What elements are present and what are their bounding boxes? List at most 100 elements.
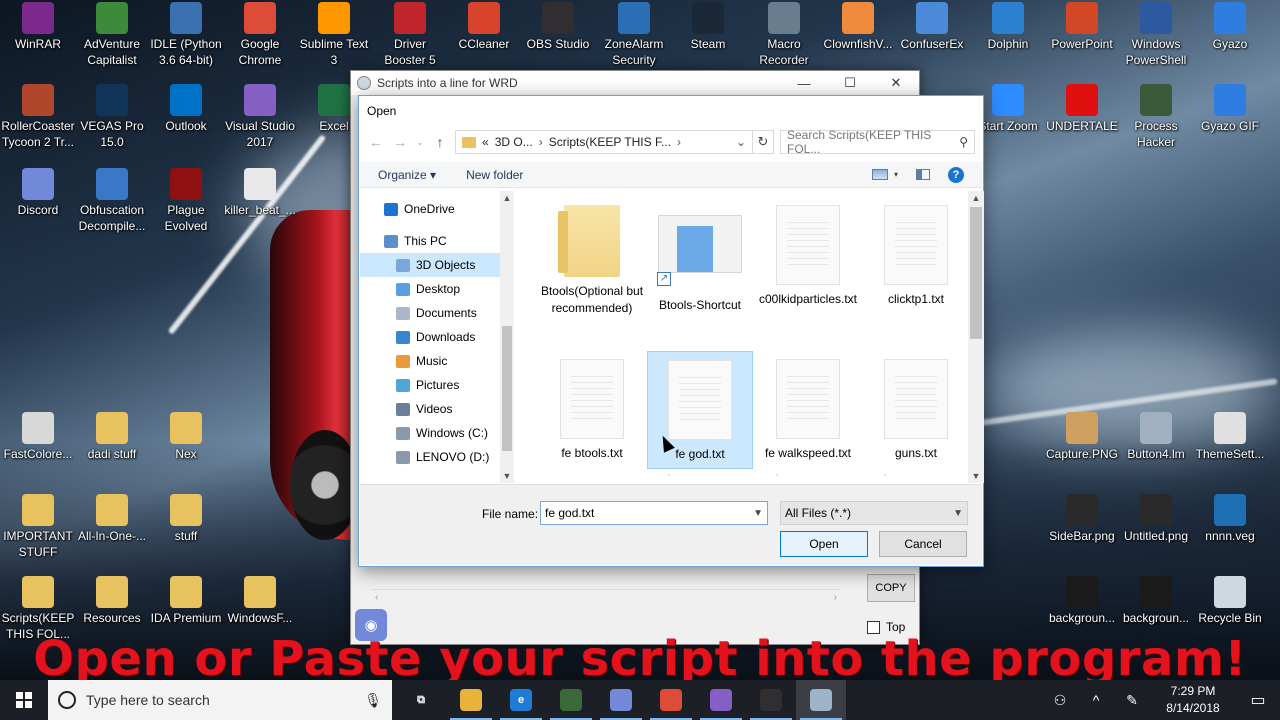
file-type-select[interactable]: All Files (*.*) ▼ bbox=[780, 501, 968, 525]
desktop-icon-clownfishv[interactable]: ClownfishV... bbox=[820, 2, 896, 52]
up-button[interactable]: ↑ bbox=[431, 134, 449, 150]
file-list-scrollbar[interactable]: ▲ ▼ bbox=[968, 191, 984, 483]
show-hidden-icons-icon[interactable]: ^ bbox=[1078, 692, 1114, 708]
taskbar-process-hacker-button[interactable] bbox=[546, 680, 596, 720]
breadcrumb-scripts[interactable]: Scripts(KEEP THIS F... bbox=[549, 135, 671, 149]
desktop-icon-zonealarm-security[interactable]: ZoneAlarm Security bbox=[596, 2, 672, 68]
desktop-icon-sublime-text-3[interactable]: Sublime Text 3 bbox=[296, 2, 372, 68]
nav-item-videos[interactable]: Videos bbox=[360, 397, 500, 421]
desktop-icon-all-in-one[interactable]: All-In-One-... bbox=[74, 494, 150, 544]
desktop-icon-backgroun[interactable]: backgroun... bbox=[1118, 576, 1194, 626]
taskbar-chrome-button[interactable] bbox=[646, 680, 696, 720]
pen-workspace-icon[interactable]: ✎ bbox=[1114, 692, 1150, 709]
scroll-up-icon[interactable]: ▲ bbox=[500, 193, 514, 203]
desktop-icon-dolphin[interactable]: Dolphin bbox=[970, 2, 1046, 52]
chevron-down-icon[interactable]: ▼ bbox=[953, 508, 963, 519]
desktop-icon-windowsf[interactable]: WindowsF... bbox=[222, 576, 298, 626]
open-button[interactable]: Open bbox=[780, 531, 868, 557]
desktop-icon-obfuscation-decompile[interactable]: Obfuscation Decompile... bbox=[74, 168, 150, 234]
refresh-button[interactable]: ↻ bbox=[752, 130, 774, 154]
desktop-icon-gyazo[interactable]: Gyazo bbox=[1192, 2, 1268, 52]
chevron-down-icon[interactable]: ▼ bbox=[753, 508, 763, 519]
nav-item-this-pc[interactable]: This PC bbox=[360, 229, 500, 253]
desktop-icon-plague-evolved[interactable]: Plague Evolved bbox=[148, 168, 224, 234]
change-view-icon[interactable] bbox=[871, 169, 888, 180]
minimize-button[interactable]: — bbox=[781, 71, 827, 95]
nav-item-windows-c[interactable]: Windows (C:) bbox=[360, 421, 500, 445]
copy-button[interactable]: COPY bbox=[867, 574, 915, 602]
nav-item-3d-objects[interactable]: 3D Objects bbox=[360, 253, 500, 277]
preview-pane-icon[interactable] bbox=[916, 169, 930, 180]
recent-locations-button[interactable]: ⌄ bbox=[415, 137, 425, 148]
desktop-icon-undertale[interactable]: UNDERTALE bbox=[1044, 84, 1120, 134]
nav-item-downloads[interactable]: Downloads bbox=[360, 325, 500, 349]
clock[interactable]: 7:29 PM 8/14/2018 bbox=[1150, 683, 1236, 717]
nav-item-pictures[interactable]: Pictures bbox=[360, 373, 500, 397]
desktop-icon-ccleaner[interactable]: CCleaner bbox=[446, 2, 522, 52]
maximize-button[interactable]: ☐ bbox=[827, 71, 873, 95]
desktop-icon-resources[interactable]: Resources bbox=[74, 576, 150, 626]
desktop-icon-steam[interactable]: Steam bbox=[670, 2, 746, 52]
shortcut-item[interactable]: ↗ Btools-Shortcut bbox=[647, 197, 753, 342]
desktop-icon-dadi-stuff[interactable]: dadi stuff bbox=[74, 412, 150, 462]
desktop-icon-outlook[interactable]: Outlook bbox=[148, 84, 224, 134]
file-item[interactable]: fe walkspeed.txt bbox=[755, 351, 861, 469]
help-icon[interactable]: ? bbox=[948, 166, 964, 183]
new-folder-button[interactable]: New folder bbox=[466, 168, 523, 182]
action-center-icon[interactable]: ▭ bbox=[1236, 690, 1280, 710]
desktop-icon-visual-studio-2017[interactable]: Visual Studio 2017 bbox=[222, 84, 298, 150]
microphone-icon[interactable]: 🎙 bbox=[364, 692, 382, 709]
scroll-right-icon[interactable]: › bbox=[834, 592, 837, 603]
breadcrumb-3d-objects[interactable]: 3D O... bbox=[495, 135, 533, 149]
breadcrumb-separator[interactable]: › bbox=[677, 135, 681, 149]
desktop-icon-adventure-capitalist[interactable]: AdVenture Capitalist bbox=[74, 2, 150, 68]
desktop-icon-driver-booster-5[interactable]: Driver Booster 5 bbox=[372, 2, 448, 68]
desktop-icon-idle-python-3-6-64-bit[interactable]: IDLE (Python 3.6 64-bit) bbox=[148, 2, 224, 68]
desktop-icon-recycle-bin[interactable]: Recycle Bin bbox=[1192, 576, 1268, 626]
taskbar-discord-button[interactable] bbox=[596, 680, 646, 720]
desktop-icon-rollercoaster-tycoon-2-tr[interactable]: RollerCoaster Tycoon 2 Tr... bbox=[0, 84, 76, 150]
nav-item-documents[interactable]: Documents bbox=[360, 301, 500, 325]
desktop-icon-nex[interactable]: Nex bbox=[148, 412, 224, 462]
file-item[interactable]: c00lkidparticles.txt bbox=[755, 197, 861, 342]
organize-button[interactable]: Organize ▾ bbox=[378, 168, 436, 182]
nav-item-lenovo-d[interactable]: LENOVO (D:) bbox=[360, 445, 500, 469]
desktop-icon-process-hacker[interactable]: Process Hacker bbox=[1118, 84, 1194, 150]
desktop-icon-untitled-png[interactable]: Untitled.png bbox=[1118, 494, 1194, 544]
desktop-icon-fastcolore[interactable]: FastColore... bbox=[0, 412, 76, 462]
desktop-icon-capture-png[interactable]: Capture.PNG bbox=[1044, 412, 1120, 462]
file-item[interactable]: clicktp1.txt bbox=[863, 197, 969, 342]
desktop-icon-gyazo-gif[interactable]: Gyazo GIF bbox=[1192, 84, 1268, 134]
nav-item-onedrive[interactable]: OneDrive bbox=[360, 197, 500, 221]
address-overflow[interactable]: « bbox=[482, 135, 489, 149]
file-name-value[interactable]: fe god.txt bbox=[545, 506, 594, 520]
desktop-icon-winrar[interactable]: WinRAR bbox=[0, 2, 76, 52]
search-input[interactable]: Search Scripts(KEEP THIS FOL... ⚲ bbox=[780, 128, 975, 156]
folder-item[interactable]: Btools(Optional but recommended) bbox=[539, 197, 645, 342]
start-button[interactable] bbox=[0, 680, 48, 720]
file-item[interactable]: fe btools.txt bbox=[539, 351, 645, 469]
desktop-icon-backgroun[interactable]: backgroun... bbox=[1044, 576, 1120, 626]
desktop-icon-killer-beat[interactable]: killer_beat_... bbox=[222, 168, 298, 218]
desktop-icon-vegas-pro-15-0[interactable]: VEGAS Pro 15.0 bbox=[74, 84, 150, 150]
scrollbar-thumb[interactable] bbox=[502, 326, 512, 451]
taskbar-obs-button[interactable] bbox=[746, 680, 796, 720]
desktop-icon-obs-studio[interactable]: OBS Studio bbox=[520, 2, 596, 52]
taskbar-visual-studio-button[interactable] bbox=[696, 680, 746, 720]
scroll-down-icon[interactable]: ▼ bbox=[500, 471, 514, 481]
desktop-icon-stuff[interactable]: stuff bbox=[148, 494, 224, 544]
desktop-icon-macro-recorder[interactable]: Macro Recorder bbox=[746, 2, 822, 68]
desktop-icon-important-stuff[interactable]: IMPORTANT STUFF bbox=[0, 494, 76, 560]
desktop-icon-ida-premium[interactable]: IDA Premium bbox=[148, 576, 224, 626]
view-options-chevron-icon[interactable]: ▾ bbox=[894, 170, 898, 179]
close-button[interactable]: ✕ bbox=[873, 71, 919, 95]
chevron-down-icon[interactable]: ⌄ bbox=[736, 135, 746, 149]
file-name-field[interactable]: fe god.txt ▼ bbox=[540, 501, 768, 525]
taskbar-task-view-button[interactable]: ⧉ bbox=[396, 680, 446, 720]
taskbar-search-box[interactable]: Type here to search 🎙 bbox=[48, 680, 392, 720]
back-button[interactable]: ← bbox=[367, 134, 385, 150]
address-bar[interactable]: « 3D O... › Scripts(KEEP THIS F... › ⌄ bbox=[455, 130, 753, 154]
people-icon[interactable]: ⚇ bbox=[1042, 692, 1078, 709]
taskbar-edge-button[interactable]: e bbox=[496, 680, 546, 720]
scroll-up-icon[interactable]: ▲ bbox=[968, 193, 984, 203]
